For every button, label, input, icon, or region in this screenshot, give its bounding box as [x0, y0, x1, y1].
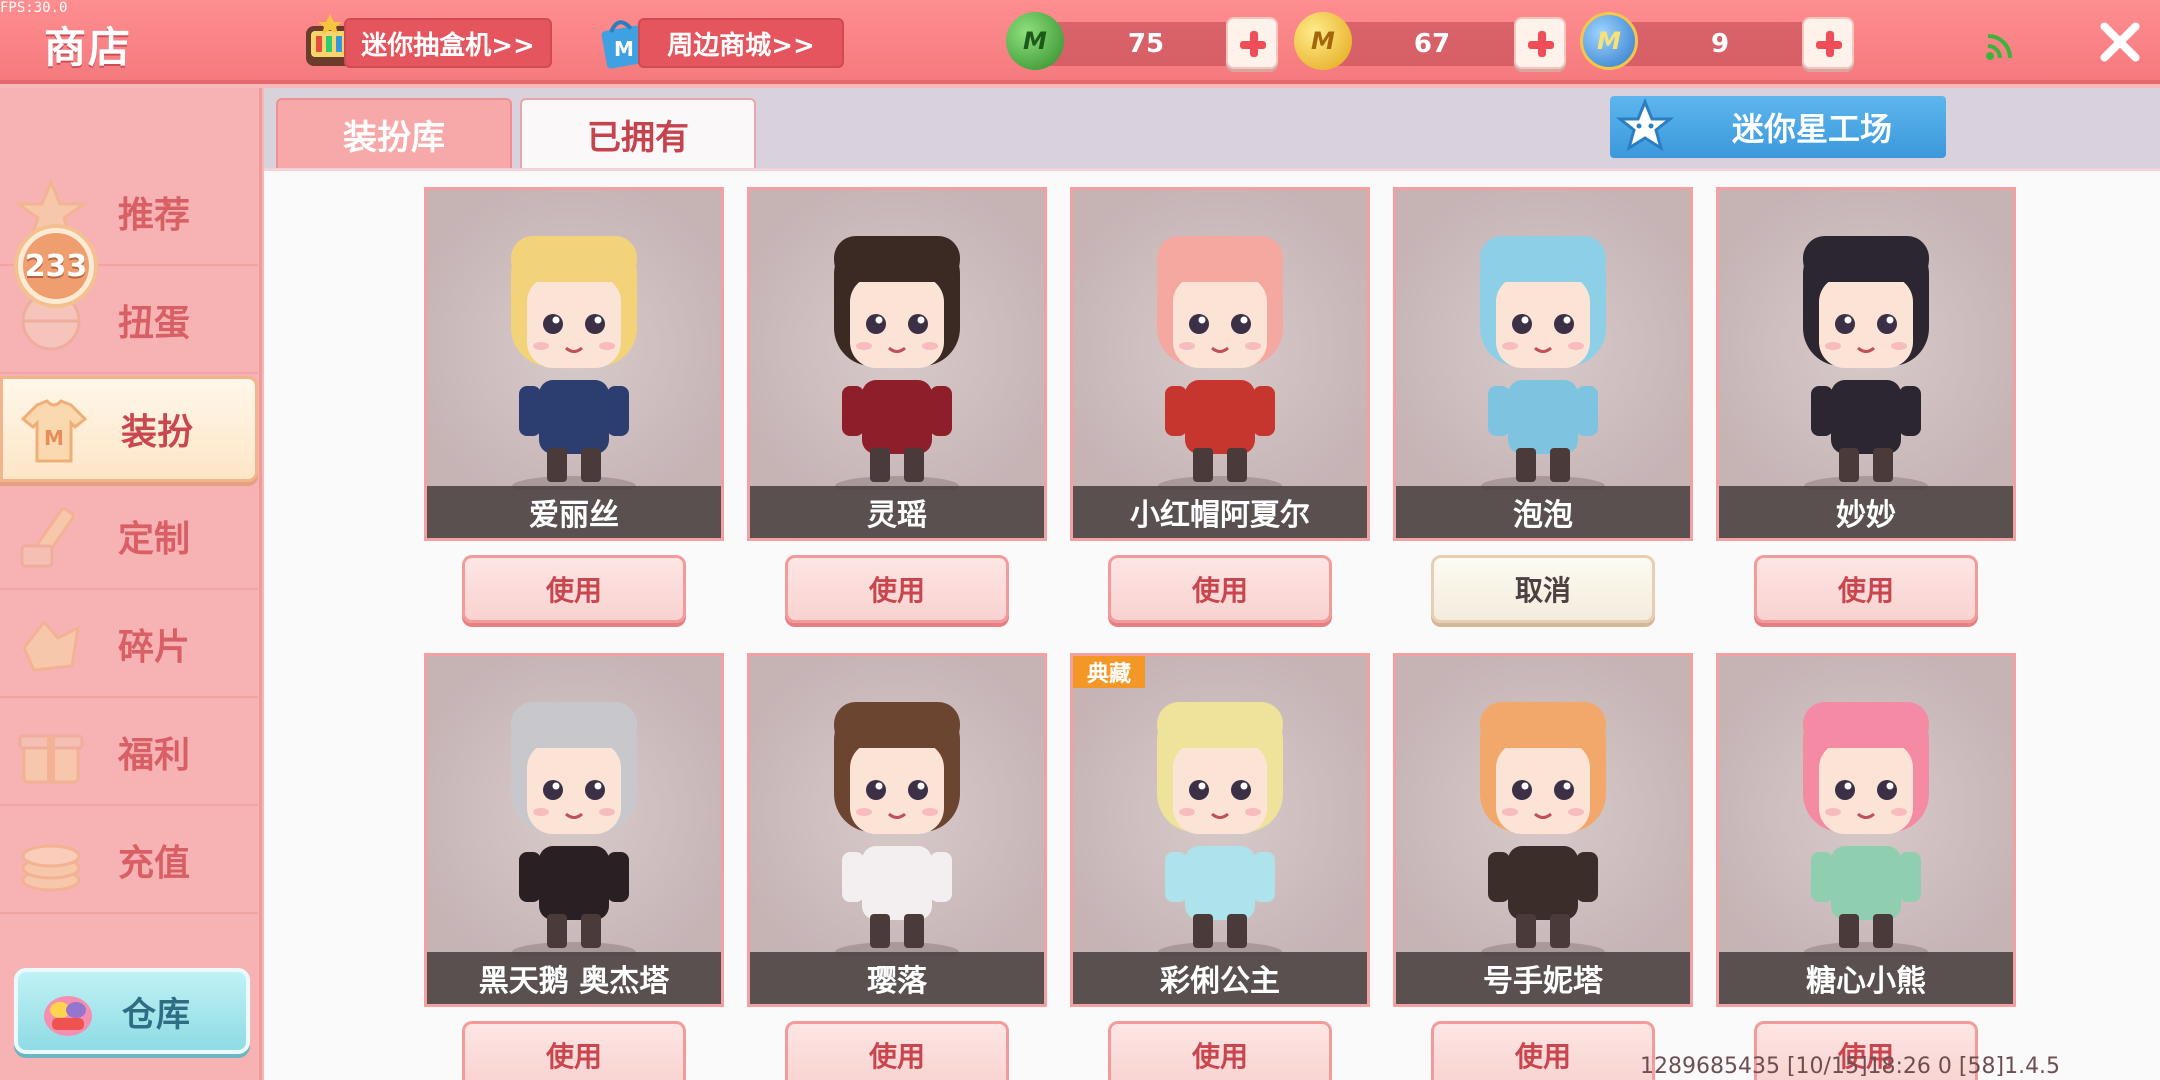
skin-card[interactable]: 黑天鹅 奥杰塔 — [424, 653, 724, 1007]
sidebar-item-label: 推荐 — [118, 195, 191, 236]
green-gem-icon: M — [1006, 12, 1064, 70]
coin-stack-icon — [21, 844, 81, 892]
skin-name: 爱丽丝 — [427, 486, 721, 538]
skin-card[interactable]: 彩俐公主 典藏 — [1070, 653, 1370, 1007]
svg-text:M: M — [614, 37, 634, 61]
sidebar-item-welfare[interactable]: 福利 — [0, 700, 258, 806]
use-skin-button[interactable]: 使用 — [785, 555, 1009, 623]
pencil-icon — [20, 507, 75, 568]
skin-character-image — [1480, 236, 1606, 490]
sidebar-item-label: 碎片 — [118, 627, 191, 668]
level-badge: 233 — [14, 224, 98, 308]
star-workshop-icon — [1616, 98, 1674, 152]
skin-name: 妙妙 — [1719, 486, 2013, 538]
tab-owned[interactable]: 已拥有 — [520, 98, 756, 168]
use-skin-button[interactable]: 使用 — [462, 1021, 686, 1080]
skin-card[interactable]: 璎落 — [747, 653, 1047, 1007]
gift-icon — [18, 734, 84, 784]
level-badge-value: 233 — [23, 233, 89, 299]
skin-card[interactable]: 妙妙 — [1716, 187, 2016, 541]
add-mini-coin-button[interactable] — [1802, 17, 1854, 69]
merch-mall-button[interactable]: 周边商城>> — [638, 18, 844, 68]
sidebar-item-recharge[interactable]: 充值 — [0, 808, 258, 914]
skin-name: 彩俐公主 — [1073, 952, 1367, 1004]
gold-coin-icon: M — [1294, 12, 1352, 70]
sidebar-item-label: 定制 — [118, 519, 191, 560]
use-skin-button[interactable]: 使用 — [462, 555, 686, 623]
add-green-gem-button[interactable] — [1226, 17, 1278, 69]
tabs-strip: 装扮库 已拥有 迷你星工场 — [264, 88, 2160, 168]
skin-name: 黑天鹅 奥杰塔 — [427, 952, 721, 1004]
collection-tag: 典藏 — [1073, 656, 1146, 688]
use-skin-button[interactable]: 使用 — [1108, 555, 1332, 623]
mini-star-workshop-button[interactable]: 迷你星工场 — [1610, 96, 1946, 158]
skin-name: 小红帽阿夏尔 — [1073, 486, 1367, 538]
top-bar: FPS:30.0 商店 迷你抽盒机>> M 周边商城>> 75 M 67 M 9… — [0, 0, 2160, 84]
skin-character-image — [1480, 702, 1606, 956]
skin-name: 璎落 — [750, 952, 1044, 1004]
workshop-label: 迷你星工场 — [1732, 110, 1893, 148]
skin-character-image — [834, 702, 960, 956]
skin-name: 糖心小熊 — [1719, 952, 2013, 1004]
build-info: 1289685435 [10/15]18:26 0 [58]1.4.5 — [1640, 1054, 2061, 1079]
main-panel: 装扮库 已拥有 迷你星工场 爱丽丝 使用 灵瑶 使用 小红帽阿夏尔 使用 泡泡 … — [264, 88, 2160, 1080]
use-skin-button[interactable]: 使用 — [1431, 1021, 1655, 1080]
close-icon[interactable] — [2096, 18, 2144, 66]
skin-character-image — [1157, 236, 1283, 490]
use-skin-button[interactable]: 使用 — [785, 1021, 1009, 1080]
sidebar-item-dressup[interactable]: M 装扮 — [0, 376, 258, 482]
page-title: 商店 — [44, 23, 133, 72]
skin-card[interactable]: 泡泡 — [1393, 187, 1693, 541]
use-skin-button[interactable]: 使用 — [1108, 1021, 1332, 1080]
skin-name: 号手妮塔 — [1396, 952, 1690, 1004]
add-gold-coin-button[interactable] — [1514, 17, 1566, 69]
sidebar-item-label: 福利 — [118, 735, 191, 776]
skin-card[interactable]: 小红帽阿夏尔 — [1070, 187, 1370, 541]
skin-character-image — [1803, 702, 1929, 956]
sidebar: 推荐 扭蛋 M 装扮 定制 碎片 福利 充值 233 仓库 — [0, 88, 262, 1080]
skin-card[interactable]: 糖心小熊 — [1716, 653, 2016, 1007]
skin-grid: 爱丽丝 使用 灵瑶 使用 小红帽阿夏尔 使用 泡泡 取消 妙妙 使用 黑天鹅 奥… — [264, 168, 2160, 1080]
tab-wardrobe[interactable]: 装扮库 — [276, 98, 512, 168]
skin-character-image — [511, 702, 637, 956]
warehouse-label: 仓库 — [122, 994, 190, 1035]
skin-card[interactable]: 号手妮塔 — [1393, 653, 1693, 1007]
skin-card[interactable]: 灵瑶 — [747, 187, 1047, 541]
sidebar-item-label: 充值 — [118, 843, 191, 884]
sidebar-item-label: 装扮 — [121, 412, 194, 453]
sidebar-item-label: 扭蛋 — [118, 303, 191, 344]
use-skin-button[interactable]: 使用 — [1754, 555, 1978, 623]
gacha-machine-button[interactable]: 迷你抽盒机>> — [344, 18, 552, 68]
skin-character-image — [1157, 702, 1283, 956]
shirt-icon: M — [20, 399, 88, 463]
skin-character-image — [511, 236, 637, 490]
blue-mini-coin-icon: M — [1580, 12, 1638, 70]
shard-icon — [22, 619, 80, 672]
warehouse-bag-icon — [44, 996, 92, 1036]
cancel-skin-button[interactable]: 取消 — [1431, 555, 1655, 623]
skin-name: 灵瑶 — [750, 486, 1044, 538]
skin-character-image — [834, 236, 960, 490]
skin-card[interactable]: 爱丽丝 — [424, 187, 724, 541]
signal-icon — [1986, 34, 2012, 60]
sidebar-item-custom[interactable]: 定制 — [0, 484, 258, 590]
warehouse-button[interactable]: 仓库 — [14, 968, 250, 1054]
skin-character-image — [1803, 236, 1929, 490]
sidebar-item-shards[interactable]: 碎片 — [0, 592, 258, 698]
svg-text:M: M — [44, 426, 64, 450]
skin-name: 泡泡 — [1396, 486, 1690, 538]
